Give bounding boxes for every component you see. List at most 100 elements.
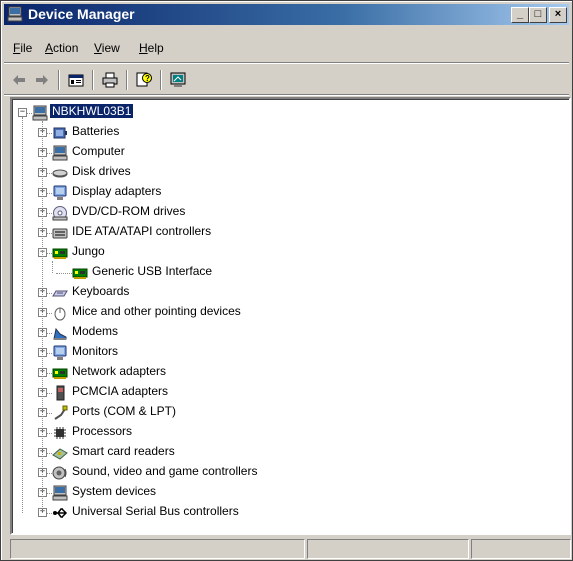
tree-category[interactable]: + Universal Serial Bus controllers [12, 503, 569, 523]
status-bar [10, 539, 571, 559]
title-bar[interactable]: Device Manager _ □ × [4, 4, 569, 25]
tree-connector [47, 493, 52, 494]
tree-node-label: Ports (COM & LPT) [72, 404, 177, 418]
tree-category[interactable]: + Keyboards [12, 283, 569, 303]
toolbar-separator [58, 70, 60, 90]
tree-connector [47, 153, 52, 154]
tree-node-label: Modems [72, 324, 119, 338]
computer-icon [7, 6, 23, 22]
tree-category[interactable]: + Batteries [12, 123, 569, 143]
tree-category[interactable]: + Display adapters [12, 183, 569, 203]
properties-button[interactable] [65, 69, 87, 91]
menu-file[interactable]: File [13, 41, 32, 55]
print-button[interactable] [99, 69, 121, 91]
tree-category[interactable]: + Sound, video and game controllers [12, 463, 569, 483]
tree-device[interactable]: Generic USB Interface [12, 263, 569, 283]
menu-action[interactable]: Action [45, 41, 78, 55]
tree-connector [52, 261, 53, 273]
tree-connector [47, 473, 52, 474]
tree-category[interactable]: + Monitors [12, 343, 569, 363]
tree-connector [47, 213, 52, 214]
mouse-icon [52, 305, 68, 321]
toolbar-separator [92, 70, 94, 90]
tree-category[interactable]: + Network adapters [12, 363, 569, 383]
tree-category[interactable]: + DVD/CD-ROM drives [12, 203, 569, 223]
tree-connector [47, 373, 52, 374]
tree-category[interactable]: + Processors [12, 423, 569, 443]
tree-category[interactable]: + Mice and other pointing devices [12, 303, 569, 323]
tree-connector [47, 393, 52, 394]
tree-connector [47, 173, 52, 174]
tree-connector [47, 293, 52, 294]
tree-category[interactable]: + Ports (COM & LPT) [12, 403, 569, 423]
usb-icon [52, 505, 68, 521]
back-button[interactable] [8, 69, 30, 91]
processor-icon [52, 425, 68, 441]
tree-node-label: Jungo [72, 244, 105, 258]
port-icon [52, 405, 68, 421]
tree-connector [56, 273, 72, 274]
board-icon [52, 245, 68, 261]
tree-node-label: Keyboards [72, 284, 130, 298]
status-panel-main [10, 539, 305, 559]
tree-node-label: Universal Serial Bus controllers [72, 504, 239, 518]
minimize-icon: _ [516, 8, 524, 20]
tree-category[interactable]: + IDE ATA/ATAPI controllers [12, 223, 569, 243]
tree-node-label: Sound, video and game controllers [72, 464, 258, 478]
tree-node-label: Smart card readers [72, 444, 175, 458]
tree-category[interactable]: + System devices [12, 483, 569, 503]
window-title: Device Manager [28, 6, 135, 22]
display-icon [52, 185, 68, 201]
tree-root[interactable]: − NBKHWL03B1 [12, 103, 569, 123]
tree-node-label: PCMCIA adapters [72, 384, 169, 398]
tree-connector [27, 113, 32, 114]
keyboard-icon [52, 285, 68, 301]
device-tree[interactable]: − NBKHWL03B1 + Batteries + Computer + Disk driv… [10, 97, 571, 535]
battery-icon [52, 125, 68, 141]
ide-icon [52, 225, 68, 241]
help-button[interactable]: ? [133, 69, 155, 91]
tree-node-label: NBKHWL03B1 [48, 103, 135, 119]
disk-icon [52, 165, 68, 181]
tree-connector [47, 453, 52, 454]
computer-icon [52, 145, 68, 161]
toolbar-separator [160, 70, 162, 90]
tree-connector [47, 333, 52, 334]
tree-node-label: IDE ATA/ATAPI controllers [72, 224, 212, 238]
tree-connector [47, 313, 52, 314]
tree-connector [22, 117, 23, 513]
forward-arrow-icon [36, 75, 48, 85]
status-panel-right [471, 539, 571, 559]
tree-connector [47, 413, 52, 414]
minimize-button[interactable]: _ [511, 7, 529, 23]
tree-connector [47, 353, 52, 354]
tree-category[interactable]: − Jungo [12, 243, 569, 263]
maximize-button[interactable]: □ [529, 7, 547, 23]
tree-category[interactable]: + Disk drives [12, 163, 569, 183]
tree-connector [47, 253, 52, 254]
forward-button[interactable] [31, 69, 53, 91]
menu-view[interactable]: View [94, 41, 120, 55]
computer-icon [52, 485, 68, 501]
tree-node-label: System devices [72, 484, 157, 498]
toolbar-separator [126, 70, 128, 90]
properties-icon [68, 74, 84, 87]
scan-hardware-button[interactable] [167, 69, 189, 91]
tree-category[interactable]: + Modems [12, 323, 569, 343]
tree-connector [47, 193, 52, 194]
tree-category[interactable]: + Smart card readers [12, 443, 569, 463]
computer-icon [32, 105, 48, 121]
pcmcia-icon [52, 385, 68, 401]
tree-category[interactable]: + PCMCIA adapters [12, 383, 569, 403]
smartcard-icon [52, 445, 68, 461]
tree-node-label: DVD/CD-ROM drives [72, 204, 186, 218]
tree-node-label: Disk drives [72, 164, 131, 178]
tree-node-label: Computer [72, 144, 125, 158]
tree-node-label: Display adapters [72, 184, 162, 198]
help-icon: ? [136, 72, 152, 87]
collapse-toggle[interactable]: − [18, 108, 27, 117]
menu-help[interactable]: Help [139, 41, 164, 55]
status-panel-middle [307, 539, 469, 559]
close-button[interactable]: × [549, 7, 567, 23]
tree-category[interactable]: + Computer [12, 143, 569, 163]
